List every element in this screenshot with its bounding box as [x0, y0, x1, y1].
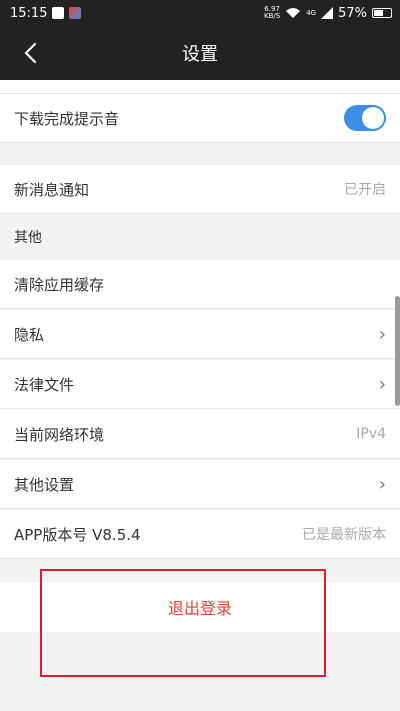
setting-network[interactable]: 当前网络环境 IPv4	[0, 410, 400, 459]
setting-app-version[interactable]: APP版本号 V8.5.4 已是最新版本	[0, 510, 400, 559]
privacy-label: 隐私	[14, 325, 45, 344]
toggle-knob	[362, 107, 384, 129]
notifications-value: 已开启	[344, 182, 386, 198]
top-divider	[0, 80, 400, 94]
app-notification-icon	[52, 7, 65, 19]
back-button[interactable]	[14, 38, 46, 68]
logout-label: 退出登录	[167, 599, 232, 618]
setting-legal[interactable]: 法律文件 ›	[0, 360, 400, 409]
signal-icon	[321, 7, 334, 19]
settings-screen: 15:15 6.97 KB/S 4G 57% 设置 下载完成提示音 新消息通知 …	[0, 0, 400, 711]
section-header-other: 其他	[0, 214, 400, 260]
battery-fill	[374, 10, 383, 16]
battery-percent: 57%	[338, 5, 367, 21]
other-settings-label: 其他设置	[14, 475, 75, 494]
scrollbar[interactable]	[395, 296, 400, 406]
setting-privacy[interactable]: 隐私 ›	[0, 310, 400, 359]
status-bar: 15:15 6.97 KB/S 4G 57%	[0, 0, 400, 26]
status-time: 15:15	[10, 5, 48, 21]
app-version-value: 已是最新版本	[302, 527, 386, 543]
clear-cache-label: 清除应用缓存	[14, 275, 105, 294]
network-value: IPv4	[356, 426, 386, 442]
status-right: 6.97 KB/S 4G 57%	[264, 6, 392, 21]
app-version-label: APP版本号 V8.5.4	[14, 525, 141, 544]
signal-label: 4G	[306, 9, 317, 17]
page-title: 设置	[182, 44, 218, 65]
legal-label: 法律文件	[14, 375, 75, 394]
net-speed-unit: KB/S	[264, 12, 281, 20]
setting-download-sound[interactable]: 下载完成提示音	[0, 94, 400, 143]
net-speed: 6.97 KB/S	[264, 6, 280, 20]
battery-icon	[372, 8, 392, 18]
chevron-left-icon	[24, 42, 37, 64]
status-left: 15:15	[10, 5, 82, 21]
notifications-label: 新消息通知	[14, 180, 90, 199]
logout-button[interactable]: 退出登录	[0, 582, 400, 632]
chevron-right-icon: ›	[378, 373, 386, 395]
setting-other[interactable]: 其他设置 ›	[0, 460, 400, 509]
nav-bar: 设置	[0, 26, 400, 80]
app-notification-icon-2	[69, 7, 82, 19]
download-sound-toggle[interactable]	[344, 105, 386, 131]
network-label: 当前网络环境	[14, 425, 105, 444]
chevron-right-icon: ›	[378, 473, 386, 495]
chevron-right-icon: ›	[378, 323, 386, 345]
setting-notifications[interactable]: 新消息通知 已开启	[0, 165, 400, 214]
download-sound-label: 下载完成提示音	[14, 109, 120, 128]
setting-clear-cache[interactable]: 清除应用缓存	[0, 260, 400, 309]
wifi-icon	[286, 8, 301, 18]
